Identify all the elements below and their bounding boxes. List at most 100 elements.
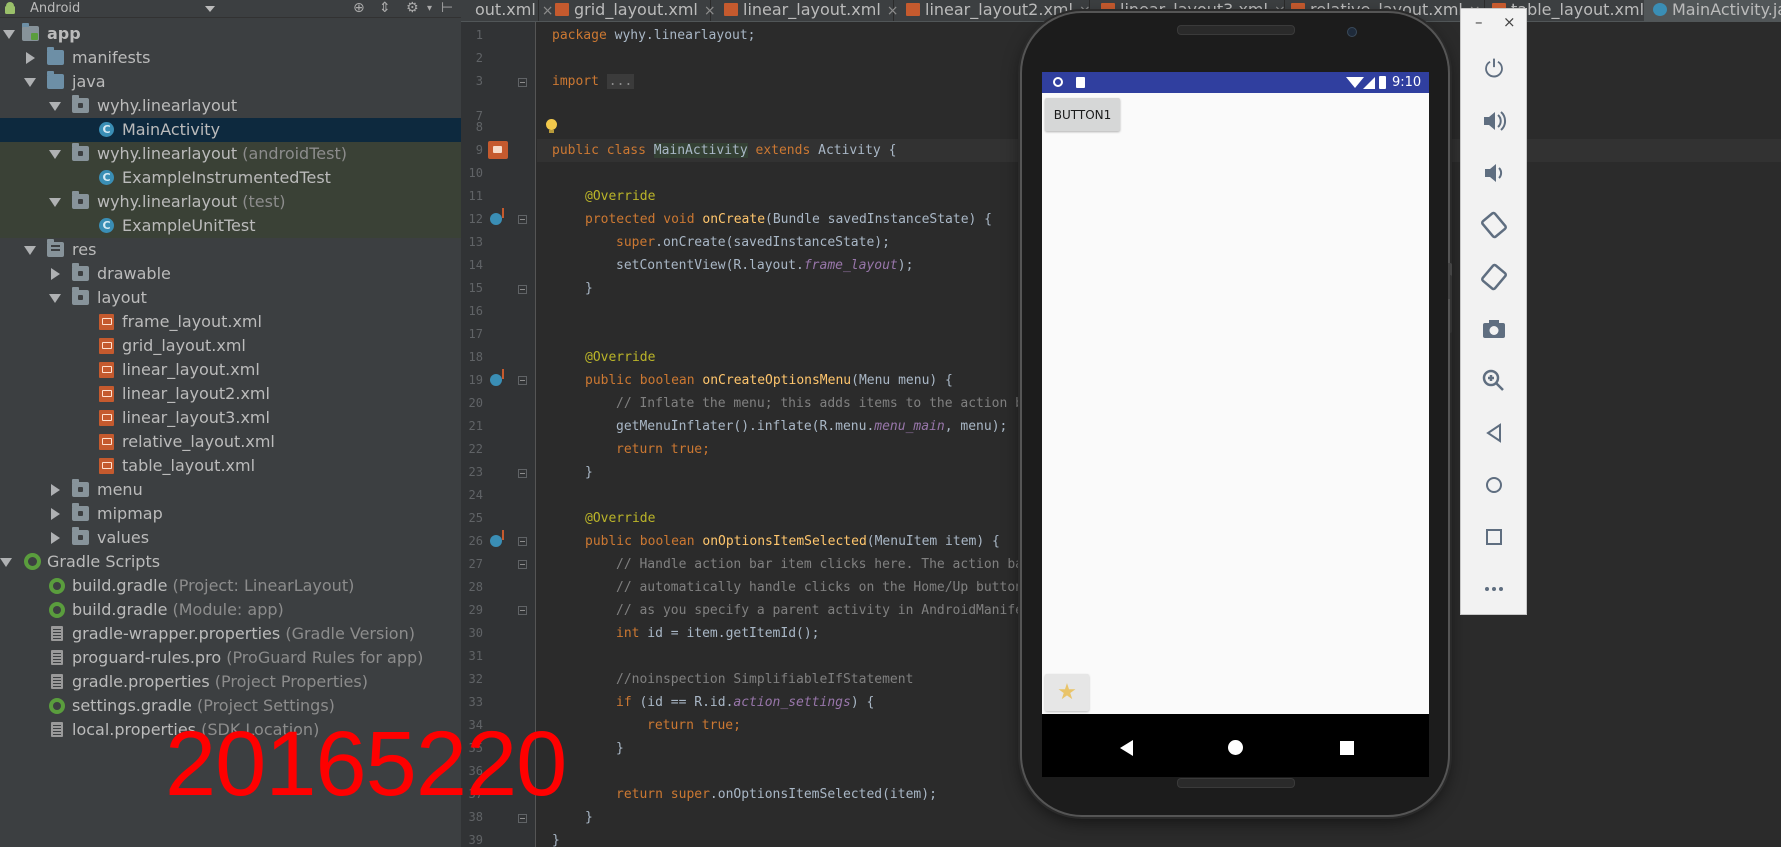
java-class-icon bbox=[99, 122, 114, 137]
tree-item-gradle-properties[interactable]: gradle.properties (Project Properties) bbox=[0, 670, 461, 694]
tree-item-main-activity[interactable]: MainActivity bbox=[0, 118, 461, 142]
line-number: 27 bbox=[468, 557, 483, 571]
expand-chevron-icon[interactable] bbox=[3, 30, 15, 39]
fold-toggle-icon[interactable] bbox=[518, 469, 527, 478]
rotate-right-icon[interactable] bbox=[1476, 259, 1512, 295]
layout-file-icon bbox=[99, 386, 114, 402]
expand-chevron-icon[interactable] bbox=[49, 150, 61, 159]
tree-item-package-android-test[interactable]: wyhy.linearlayout (androidTest) bbox=[0, 142, 461, 166]
more-icon[interactable] bbox=[1476, 571, 1512, 607]
tree-item-package[interactable]: wyhy.linearlayout bbox=[0, 94, 461, 118]
line-number: 20 bbox=[468, 396, 483, 410]
line-number: 21 bbox=[468, 419, 483, 433]
power-icon[interactable]: ⏻ bbox=[1476, 51, 1512, 87]
tree-item-menu[interactable]: menu bbox=[0, 478, 461, 502]
tree-item-gradle-scripts[interactable]: Gradle Scripts bbox=[0, 550, 461, 574]
expand-chevron-icon[interactable] bbox=[0, 558, 12, 567]
tree-item-values[interactable]: values bbox=[0, 526, 461, 550]
folder-icon bbox=[72, 479, 89, 497]
rotate-left-icon[interactable] bbox=[1476, 207, 1512, 243]
tree-item-build-gradle-project[interactable]: build.gradle (Project: LinearLayout) bbox=[0, 574, 461, 598]
line-number: 13 bbox=[468, 235, 483, 249]
tree-item-label: proguard-rules.pro (ProGuard Rules for a… bbox=[72, 648, 424, 667]
tree-item-label: ExampleInstrumentedTest bbox=[122, 168, 331, 187]
override-marker-icon[interactable] bbox=[490, 530, 504, 547]
fold-toggle-icon[interactable] bbox=[518, 376, 527, 385]
sync-icon[interactable]: ⊕ bbox=[353, 1, 365, 16]
expand-chevron-icon[interactable] bbox=[49, 102, 61, 111]
tree-item-example-unit-test[interactable]: ExampleUnitTest bbox=[0, 214, 461, 238]
button1[interactable]: BUTTON1 bbox=[1045, 98, 1120, 131]
home-icon[interactable] bbox=[1476, 467, 1512, 503]
fold-toggle-icon[interactable] bbox=[518, 285, 527, 294]
back-icon[interactable] bbox=[1476, 415, 1512, 451]
expand-chevron-icon[interactable] bbox=[49, 198, 61, 207]
tree-item-mipmap[interactable]: mipmap bbox=[0, 502, 461, 526]
override-marker-icon[interactable] bbox=[490, 369, 504, 386]
tree-item-drawable[interactable]: drawable bbox=[0, 262, 461, 286]
tree-item-manifests[interactable]: manifests bbox=[0, 46, 461, 70]
project-view-header: Android ⊕ ⇕ ⚙ ▾ ⊢ bbox=[0, 0, 461, 18]
minimize-button[interactable]: – bbox=[1475, 15, 1483, 30]
line-number: 28 bbox=[468, 580, 483, 594]
expand-chevron-icon[interactable] bbox=[51, 508, 60, 520]
tree-item-app[interactable]: app bbox=[0, 22, 461, 46]
class-layout-marker-icon[interactable] bbox=[488, 141, 508, 159]
fold-toggle-icon[interactable] bbox=[518, 606, 527, 615]
zoom-icon[interactable] bbox=[1476, 363, 1512, 399]
star-image-button[interactable]: ★ bbox=[1045, 674, 1089, 711]
volume-down-icon[interactable] bbox=[1476, 155, 1512, 191]
expand-chevron-icon[interactable] bbox=[49, 294, 61, 303]
expand-chevron-icon[interactable] bbox=[24, 246, 36, 255]
fold-toggle-icon[interactable] bbox=[518, 537, 527, 546]
tree-item-layout[interactable]: layout bbox=[0, 286, 461, 310]
tree-item-relative-layout-xml[interactable]: relative_layout.xml bbox=[0, 430, 461, 454]
front-camera bbox=[1347, 27, 1357, 37]
nav-back-icon[interactable] bbox=[1120, 740, 1133, 756]
fold-toggle-icon[interactable] bbox=[518, 560, 527, 569]
tree-item-grid-layout-xml[interactable]: grid_layout.xml bbox=[0, 334, 461, 358]
line-number: 18 bbox=[468, 350, 483, 364]
line-number: 23 bbox=[468, 465, 483, 479]
fold-toggle-icon[interactable] bbox=[518, 215, 527, 224]
expand-chevron-icon[interactable] bbox=[51, 484, 60, 496]
nav-overview-icon[interactable] bbox=[1340, 741, 1354, 755]
volume-up-icon[interactable] bbox=[1476, 103, 1512, 139]
camera-icon[interactable] bbox=[1476, 311, 1512, 347]
expand-chevron-icon[interactable] bbox=[51, 268, 60, 280]
hide-panel-icon[interactable]: ⊢ bbox=[441, 1, 453, 16]
expand-chevron-icon[interactable] bbox=[51, 532, 60, 544]
tree-item-label: wyhy.linearlayout bbox=[97, 96, 238, 115]
tree-item-proguard-rules[interactable]: proguard-rules.pro (ProGuard Rules for a… bbox=[0, 646, 461, 670]
tree-item-package-test[interactable]: wyhy.linearlayout (test) bbox=[0, 190, 461, 214]
tab-out-xml[interactable]: out.xml × bbox=[461, 0, 554, 21]
collapse-all-icon[interactable]: ⇕ bbox=[379, 1, 391, 16]
gear-chevron-icon[interactable]: ▾ bbox=[427, 1, 432, 16]
overview-icon[interactable] bbox=[1476, 519, 1512, 555]
tree-item-table-layout-xml[interactable]: table_layout.xml bbox=[0, 454, 461, 478]
nav-home-icon[interactable] bbox=[1228, 740, 1243, 755]
tree-item-linear-layout3-xml[interactable]: linear_layout3.xml bbox=[0, 406, 461, 430]
close-button[interactable]: × bbox=[1503, 15, 1516, 30]
properties-file-icon bbox=[51, 722, 63, 737]
emulator-screen[interactable]: 9:10 BUTTON1 ★ bbox=[1042, 72, 1429, 777]
collapsed-imports[interactable]: ... bbox=[606, 74, 635, 89]
tree-item-linear-layout2-xml[interactable]: linear_layout2.xml bbox=[0, 382, 461, 406]
project-view-selector[interactable]: Android bbox=[30, 0, 80, 17]
gear-icon[interactable]: ⚙ bbox=[406, 1, 419, 16]
tree-item-build-gradle-module[interactable]: build.gradle (Module: app) bbox=[0, 598, 461, 622]
fold-toggle-icon[interactable] bbox=[518, 78, 527, 87]
tree-item-linear-layout-xml[interactable]: linear_layout.xml bbox=[0, 358, 461, 382]
expand-chevron-icon[interactable] bbox=[26, 52, 35, 64]
tree-item-gradle-wrapper-properties[interactable]: gradle-wrapper.properties (Gradle Versio… bbox=[0, 622, 461, 646]
fold-toggle-icon[interactable] bbox=[518, 814, 527, 823]
line-number: 14 bbox=[468, 258, 483, 272]
override-marker-icon[interactable] bbox=[490, 208, 504, 225]
tree-item-example-instrumented-test[interactable]: ExampleInstrumentedTest bbox=[0, 166, 461, 190]
expand-chevron-icon[interactable] bbox=[24, 78, 36, 87]
tree-item-frame-layout-xml[interactable]: frame_layout.xml bbox=[0, 310, 461, 334]
sd-card-icon bbox=[1076, 77, 1085, 88]
view-dropdown-chevron-icon[interactable] bbox=[205, 6, 215, 12]
tree-item-res[interactable]: res bbox=[0, 238, 461, 262]
tree-item-java[interactable]: java bbox=[0, 70, 461, 94]
